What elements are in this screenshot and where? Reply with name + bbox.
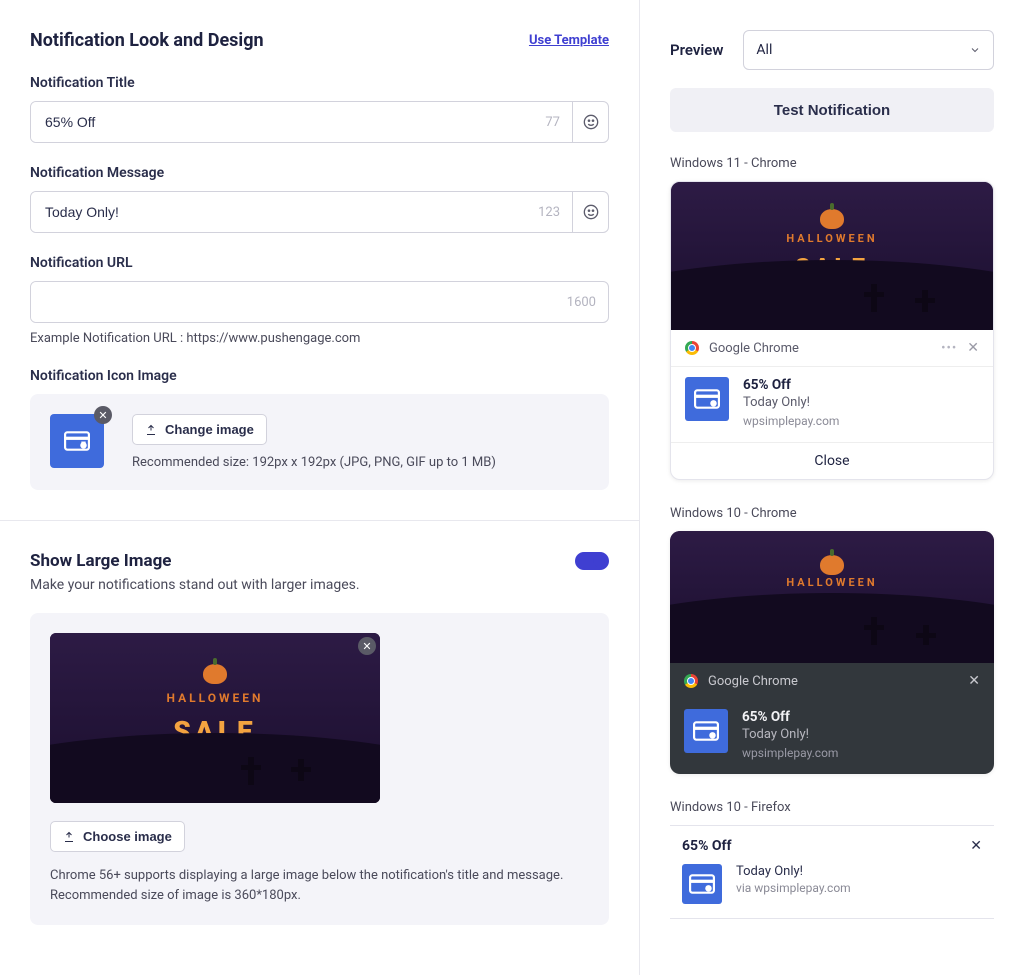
- large-image-thumbnail: HALLOWEEN SALE ✕: [50, 633, 380, 803]
- preview-caption: Windows 11 - Chrome: [670, 156, 994, 171]
- chrome-icon: [684, 674, 698, 688]
- icon-image-thumbnail: [50, 414, 104, 468]
- chrome-icon: [685, 341, 699, 355]
- close-icon[interactable]: ✕: [968, 673, 980, 689]
- message-label: Notification Message: [30, 165, 609, 181]
- preview-win10-chrome: HALLOWEEN SALE Google Chrome ✕: [670, 531, 994, 774]
- right-panel: Preview All Test Notification Windows 11…: [640, 0, 1024, 975]
- test-notification-button[interactable]: Test Notification: [670, 88, 994, 132]
- notif-message: Today Only!: [736, 864, 851, 879]
- notif-via: via wpsimplepay.com: [736, 881, 851, 895]
- change-image-button[interactable]: Change image: [132, 414, 267, 445]
- notif-icon-image: [682, 864, 722, 904]
- preview-filter-select[interactable]: All: [743, 30, 994, 70]
- notif-icon-image: [685, 377, 729, 421]
- chevron-down-icon: [969, 44, 981, 56]
- choose-image-button[interactable]: Choose image: [50, 821, 185, 852]
- notif-icon-image: [684, 709, 728, 753]
- card-lock-icon: [64, 431, 90, 451]
- emoji-icon[interactable]: [572, 192, 608, 232]
- use-template-link[interactable]: Use Template: [529, 33, 609, 48]
- preview-win10-firefox: 65% Off ✕ Today Only! via wpsimplepay.co…: [670, 825, 994, 919]
- url-counter: 1600: [555, 282, 608, 322]
- upload-icon: [145, 424, 157, 436]
- remove-large-image-button[interactable]: ✕: [358, 637, 376, 655]
- message-input[interactable]: [31, 192, 526, 232]
- left-panel: Notification Look and Design Use Templat…: [0, 0, 640, 975]
- preview-label: Preview: [670, 41, 723, 59]
- url-label: Notification URL: [30, 255, 609, 271]
- close-icon[interactable]: ✕: [970, 838, 982, 854]
- title-label: Notification Title: [30, 75, 609, 91]
- preview-win11-chrome: HALLOWEEN SALE Google Chrome ••• ✕ 65% O…: [670, 181, 994, 480]
- section-title: Notification Look and Design: [30, 30, 264, 51]
- notif-message: Today Only!: [742, 727, 838, 742]
- icon-image-label: Notification Icon Image: [30, 368, 609, 384]
- look-and-design-section: Notification Look and Design Use Templat…: [0, 0, 639, 521]
- preview-caption: Windows 10 - Firefox: [670, 800, 994, 815]
- emoji-icon[interactable]: [572, 102, 608, 142]
- notif-message: Today Only!: [743, 395, 839, 410]
- message-counter: 123: [526, 192, 572, 232]
- preview-caption: Windows 10 - Chrome: [670, 506, 994, 521]
- upload-icon: [63, 831, 75, 843]
- large-image-desc: Make your notifications stand out with l…: [30, 577, 609, 593]
- notif-title: 65% Off: [682, 838, 732, 854]
- title-input[interactable]: [31, 102, 533, 142]
- url-hint: Example Notification URL : https://www.p…: [30, 331, 609, 346]
- notif-close-button[interactable]: Close: [671, 442, 993, 479]
- url-input[interactable]: [31, 282, 555, 322]
- close-icon[interactable]: ✕: [967, 340, 979, 356]
- notif-title: 65% Off: [742, 709, 838, 725]
- large-image-support-text: Chrome 56+ supports displaying a large i…: [50, 866, 589, 905]
- title-counter: 77: [533, 102, 572, 142]
- icon-recommended-text: Recommended size: 192px x 192px (JPG, PN…: [132, 455, 589, 470]
- notif-title: 65% Off: [743, 377, 839, 393]
- remove-icon-button[interactable]: ✕: [94, 406, 112, 424]
- large-image-title: Show Large Image: [30, 551, 171, 571]
- large-image-toggle[interactable]: [575, 552, 609, 570]
- notif-app-name: Google Chrome: [708, 674, 798, 689]
- notif-domain: wpsimplepay.com: [742, 746, 838, 760]
- more-icon[interactable]: •••: [941, 341, 957, 356]
- notif-domain: wpsimplepay.com: [743, 414, 839, 428]
- large-image-section: Show Large Image Make your notifications…: [0, 521, 639, 955]
- notif-app-name: Google Chrome: [709, 341, 799, 356]
